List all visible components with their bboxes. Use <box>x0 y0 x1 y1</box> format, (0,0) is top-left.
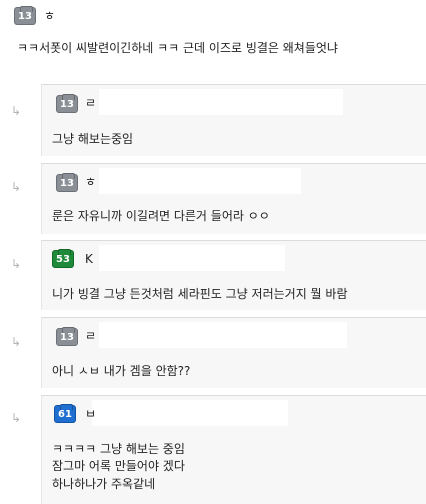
reply-arrow-icon: ↳ <box>11 257 22 271</box>
main-comment: 13 ㅎ ㅋㅋ서폿이 씨발련이긴하네 ㅋㅋ 근데 이즈로 빙결은 왜쳐들엇냐 <box>0 0 426 80</box>
reply-arrow-icon: ↳ <box>11 411 22 425</box>
reply-item: 13 ㄹ 아니 ㅅㅂ 내가 겜을 안함?? <box>41 317 426 388</box>
reply-author[interactable]: ㅎ <box>85 175 96 189</box>
reply-author[interactable]: ㄹ <box>85 96 96 110</box>
level-badge-icon: 13 <box>56 173 78 192</box>
reply-author[interactable]: ㄹ <box>85 329 96 343</box>
level-badge-icon: 61 <box>54 404 76 423</box>
reply-text: 니가 빙결 그냥 든것처럼 세라핀도 그냥 저러는거지 뭘 바람 <box>52 287 348 301</box>
reply-arrow-icon: ↳ <box>11 335 22 349</box>
reply-text: 그냥 해보는중임 <box>52 132 134 146</box>
level-badge-icon: 13 <box>56 94 78 113</box>
reply-item: 13 ㅎ 룬은 자유니까 이길려면 다른거 들어라 ㅇㅇ <box>41 163 426 234</box>
reply-arrow-icon: ↳ <box>11 180 22 194</box>
reply-text: 룬은 자유니까 이길려면 다른거 들어라 ㅇㅇ <box>52 209 270 223</box>
comment-author[interactable]: ㅎ <box>44 9 55 23</box>
level-badge-icon: 53 <box>52 249 74 268</box>
reply-item: 53 K 니가 빙결 그냥 든것처럼 세라핀도 그냥 저러는거지 뭘 바람 <box>41 240 426 310</box>
reply-text-line: 하나하나가 주옥같네 <box>52 477 156 491</box>
level-badge-icon: 13 <box>14 6 36 25</box>
comment-text: ㅋㅋ서폿이 씨발련이긴하네 ㅋㅋ 근데 이즈로 빙결은 왜쳐들엇냐 <box>17 41 338 55</box>
reply-text-line: ㅋㅋㅋㅋ 그냥 해보는 중임 <box>52 442 185 456</box>
reply-arrow-icon: ↳ <box>11 104 22 118</box>
reply-author[interactable]: K <box>85 252 93 266</box>
reply-text-line: 잠그마 어록 만들어야 겠다 <box>52 459 185 473</box>
reply-item: 61 ㅂ ㅋㅋㅋㅋ 그냥 해보는 중임 잠그마 어록 만들어야 겠다 하나하나가… <box>41 395 426 504</box>
reply-text: 아니 ㅅㅂ 내가 겜을 안함?? <box>52 364 191 378</box>
reply-author[interactable]: ㅂ <box>85 407 96 421</box>
level-badge-icon: 13 <box>56 327 78 346</box>
reply-item: 13 ㄹ 그냥 해보는중임 <box>41 84 426 156</box>
